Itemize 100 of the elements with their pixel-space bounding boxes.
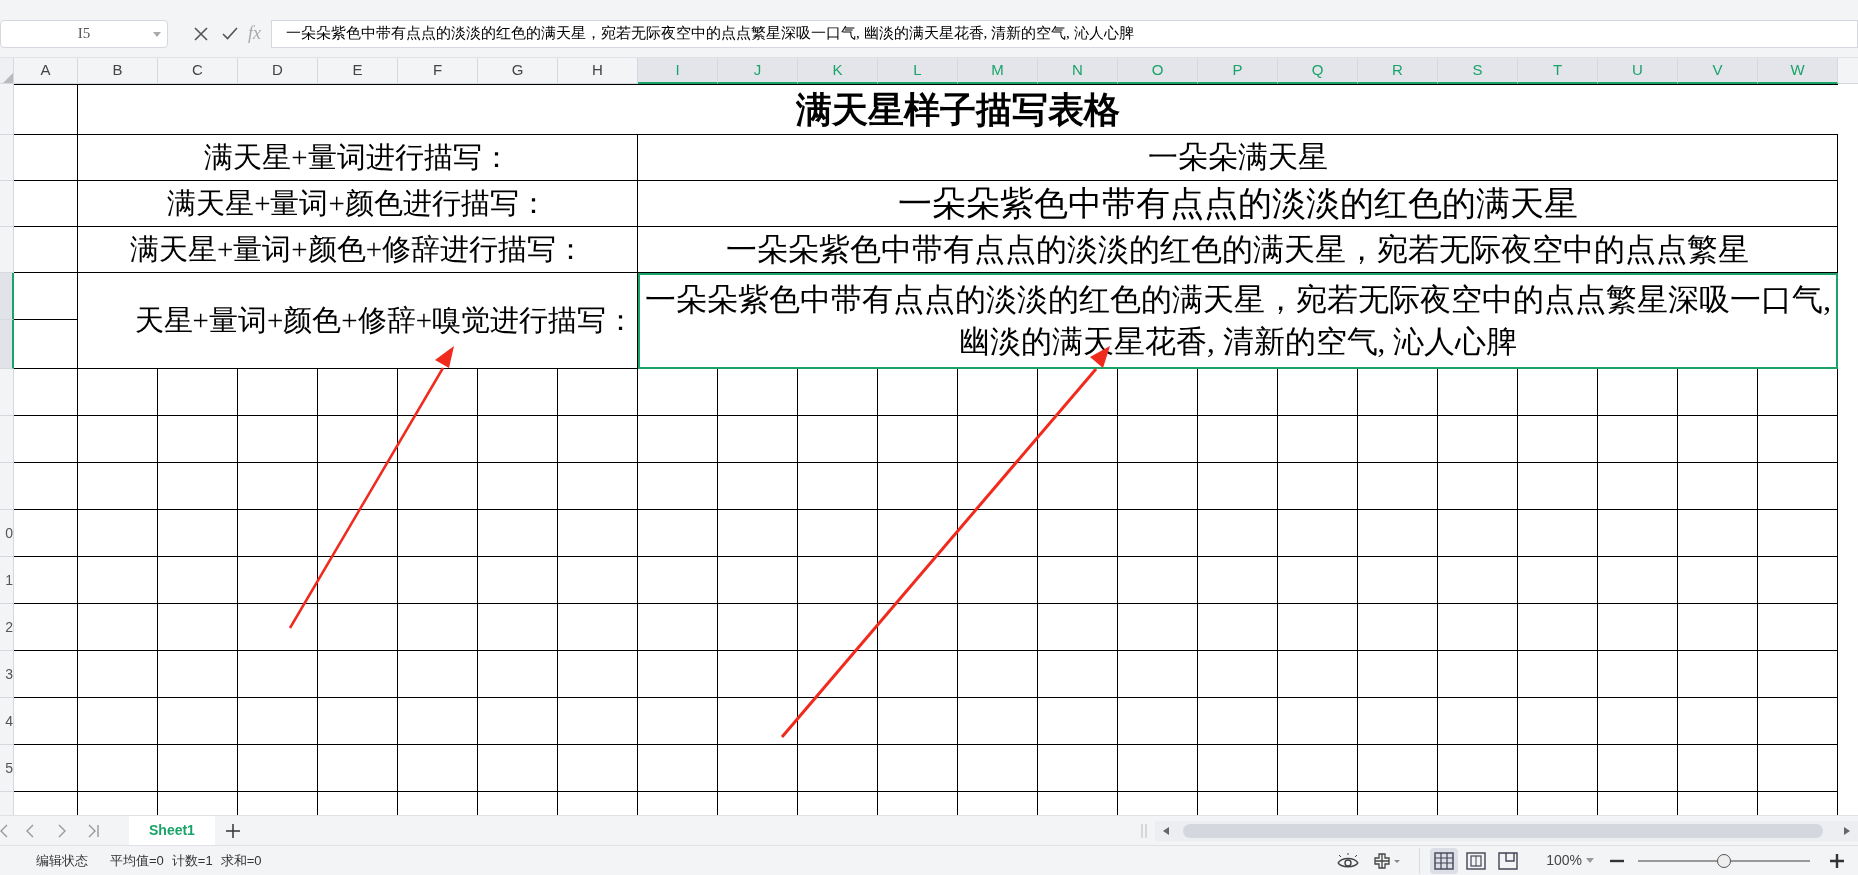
table-cell[interactable] [958,698,1038,745]
table-cell[interactable] [318,651,398,698]
table-cell[interactable] [398,557,478,604]
table-cell[interactable] [14,135,78,181]
table-cell[interactable] [558,463,638,510]
table-cell[interactable] [558,745,638,792]
table-cell[interactable] [798,557,878,604]
zoom-out-icon[interactable] [1610,858,1624,863]
table-cell[interactable] [318,557,398,604]
table-cell[interactable] [14,369,78,416]
table-cell[interactable] [638,745,718,792]
eye-icon[interactable] [1337,852,1360,869]
zoom-percentage[interactable]: 100% [1546,850,1582,871]
table-cell[interactable] [558,698,638,745]
table-cell[interactable] [1518,745,1598,792]
table-cell[interactable] [1038,651,1118,698]
table-cell[interactable] [718,745,798,792]
table-cell[interactable] [78,416,158,463]
table-cell[interactable] [1758,369,1838,416]
table-cell[interactable] [398,698,478,745]
table-cell[interactable] [1678,510,1758,557]
scroll-right-icon[interactable] [1844,826,1850,835]
table-cell[interactable] [1038,745,1118,792]
table-cell[interactable] [1678,369,1758,416]
table-cell[interactable] [1518,557,1598,604]
table-cell[interactable] [318,745,398,792]
table-cell[interactable] [1518,416,1598,463]
table-cell[interactable] [158,604,238,651]
table-cell[interactable] [1598,416,1678,463]
table-cell[interactable] [1358,416,1438,463]
column-header[interactable]: F [398,58,478,84]
table-cell[interactable] [238,416,318,463]
table-cell[interactable] [1678,557,1758,604]
table-cell[interactable] [1118,510,1198,557]
table-cell[interactable] [1358,510,1438,557]
first-sheet-icon[interactable] [0,823,8,838]
table-cell[interactable] [1278,463,1358,510]
table-cell[interactable] [398,651,478,698]
table-cell[interactable] [318,604,398,651]
table-cell[interactable] [1758,416,1838,463]
table-cell[interactable] [1278,745,1358,792]
table-cell[interactable] [238,745,318,792]
table-cell[interactable] [1118,416,1198,463]
table-cell[interactable] [958,604,1038,651]
table-cell[interactable] [478,416,558,463]
table-cell[interactable] [1358,604,1438,651]
table-cell[interactable]: 一朵朵紫色中带有点点的淡淡的红色的满天星，宛若无际夜空中的点点繁星深吸一口气, 幽淡的满天星花香, 清新的空气, 沁人心脾 [638,273,1838,369]
table-cell[interactable] [158,698,238,745]
table-cell[interactable] [798,698,878,745]
table-cell[interactable] [1598,698,1678,745]
table-cell[interactable] [1198,416,1278,463]
column-header[interactable]: C [158,58,238,84]
table-cell[interactable] [1438,557,1518,604]
table-cell[interactable] [78,604,158,651]
table-cell[interactable]: 一朵朵紫色中带有点点的淡淡的红色的满天星 [638,181,1838,227]
table-cell[interactable] [78,463,158,510]
table-cell[interactable] [718,369,798,416]
table-cell[interactable] [638,651,718,698]
table-cell[interactable] [1038,416,1118,463]
table-cell[interactable] [238,698,318,745]
table-cell[interactable] [798,745,878,792]
name-box[interactable]: I5 [0,19,168,48]
table-cell[interactable] [478,604,558,651]
add-sheet-icon[interactable] [224,822,241,839]
next-sheet-icon[interactable] [58,823,66,838]
table-cell[interactable] [1518,369,1598,416]
column-header[interactable]: G [478,58,558,84]
table-cell[interactable] [78,369,158,416]
table-cell[interactable] [1198,510,1278,557]
table-cell[interactable] [1438,369,1518,416]
table-cell[interactable] [1358,698,1438,745]
table-cell[interactable] [1758,463,1838,510]
table-cell[interactable] [478,369,558,416]
table-cell[interactable] [1598,510,1678,557]
table-cell[interactable] [1278,557,1358,604]
table-cell[interactable] [1038,510,1118,557]
table-cell[interactable] [718,510,798,557]
table-cell[interactable] [958,745,1038,792]
table-cell[interactable] [878,416,958,463]
table-cell[interactable] [398,463,478,510]
table-cell[interactable] [798,651,878,698]
normal-view-icon[interactable] [1430,847,1459,874]
table-cell[interactable] [1758,557,1838,604]
table-cell[interactable] [78,557,158,604]
table-cell[interactable] [638,416,718,463]
table-cell[interactable] [1358,651,1438,698]
table-cell[interactable] [1438,745,1518,792]
table-cell[interactable] [958,651,1038,698]
table-cell[interactable] [318,463,398,510]
zoom-dropdown-caret-icon[interactable] [1586,858,1594,863]
table-cell[interactable] [238,510,318,557]
table-cell[interactable] [318,698,398,745]
table-cell[interactable] [1518,604,1598,651]
table-cell[interactable] [1678,651,1758,698]
table-cell[interactable] [1118,604,1198,651]
table-cell[interactable] [238,463,318,510]
table-cell[interactable] [878,369,958,416]
table-cell[interactable] [14,84,78,135]
table-cell[interactable] [1198,651,1278,698]
table-cell[interactable] [958,416,1038,463]
